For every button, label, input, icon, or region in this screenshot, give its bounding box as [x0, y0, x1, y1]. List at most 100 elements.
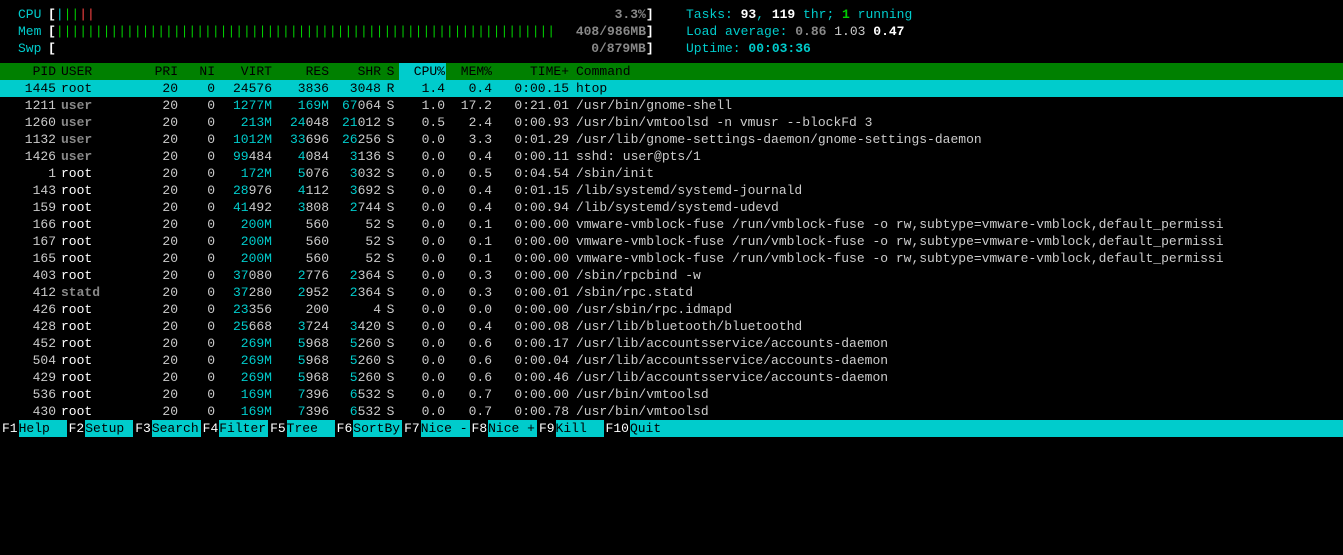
flabel-f10[interactable]: Quit [630, 420, 678, 437]
pid: 1132 [0, 131, 57, 148]
pri: 20 [142, 114, 179, 131]
shr: 5260 [330, 335, 382, 352]
fkey-f3[interactable]: F3 [133, 420, 152, 437]
shr: 3420 [330, 318, 382, 335]
fkey-f1[interactable]: F1 [0, 420, 19, 437]
flabel-f6[interactable]: SortBy [353, 420, 402, 437]
process-row[interactable]: 428root2002566837243420S0.00.40:00.08/us… [0, 318, 1343, 335]
res: 5968 [273, 369, 330, 386]
shr: 2744 [330, 199, 382, 216]
state: S [382, 97, 399, 114]
process-row[interactable]: 143root2002897641123692S0.00.40:01.15/li… [0, 182, 1343, 199]
process-row[interactable]: 166root200200M56052S0.00.10:00.00vmware-… [0, 216, 1343, 233]
cpu: 0.0 [399, 199, 446, 216]
process-row[interactable]: 165root200200M56052S0.00.10:00.00vmware-… [0, 250, 1343, 267]
fkey-f6[interactable]: F6 [335, 420, 354, 437]
process-row[interactable]: 412statd2003728029522364S0.00.30:00.01/s… [0, 284, 1343, 301]
col-user[interactable]: USER [57, 63, 142, 80]
process-row[interactable]: 1445root2002457638363048R1.40.40:00.15ht… [0, 80, 1343, 97]
process-row[interactable]: 426root200233562004S0.00.00:00.00/usr/sb… [0, 301, 1343, 318]
flabel-f2[interactable]: Setup [85, 420, 133, 437]
user: root [57, 318, 142, 335]
process-row[interactable]: 403root2003708027762364S0.00.30:00.00/sb… [0, 267, 1343, 284]
process-row[interactable]: 1426user2009948440843136S0.00.40:00.11ss… [0, 148, 1343, 165]
cpu: 0.0 [399, 284, 446, 301]
col-s[interactable]: S [382, 63, 399, 80]
pid: 504 [0, 352, 57, 369]
fkey-f10[interactable]: F10 [604, 420, 630, 437]
mem-bar: ||||||||||||||||||||||||||||||||||||||||… [56, 23, 576, 40]
process-row[interactable]: 1root200172M50763032S0.00.50:04.54/sbin/… [0, 165, 1343, 182]
time: 0:00.93 [493, 114, 570, 131]
command: /usr/bin/vmtoolsd [570, 386, 1343, 403]
column-header[interactable]: PIDUSERPRINIVIRTRESSHRSCPU%MEM%TIME+Comm… [0, 63, 1343, 80]
time: 0:00.94 [493, 199, 570, 216]
flabel-f1[interactable]: Help [19, 420, 67, 437]
virt: 41492 [216, 199, 273, 216]
pid: 165 [0, 250, 57, 267]
cpu: 0.0 [399, 131, 446, 148]
flabel-f7[interactable]: Nice - [421, 420, 470, 437]
pid: 1211 [0, 97, 57, 114]
pri: 20 [142, 233, 179, 250]
process-row[interactable]: 452root200269M59685260S0.00.60:00.17/usr… [0, 335, 1343, 352]
command: /usr/lib/bluetooth/bluetoothd [570, 318, 1343, 335]
process-row[interactable]: 504root200269M59685260S0.00.60:00.04/usr… [0, 352, 1343, 369]
function-keys[interactable]: F1Help F2Setup F3SearchF4FilterF5Tree F6… [0, 420, 1343, 437]
pri: 20 [142, 250, 179, 267]
process-row[interactable]: 1260user200213M2404821012S0.52.40:00.93/… [0, 114, 1343, 131]
fkey-f7[interactable]: F7 [402, 420, 421, 437]
res: 4112 [273, 182, 330, 199]
process-row[interactable]: 536root200169M73966532S0.00.70:00.00/usr… [0, 386, 1343, 403]
process-list[interactable]: 1445root2002457638363048R1.40.40:00.15ht… [0, 80, 1343, 420]
process-row[interactable]: 1132user2001012M3369626256S0.03.30:01.29… [0, 131, 1343, 148]
user: user [57, 148, 142, 165]
col-command[interactable]: Command [570, 63, 1343, 80]
mem: 0.4 [446, 182, 493, 199]
col-pri[interactable]: PRI [142, 63, 179, 80]
fkey-f9[interactable]: F9 [537, 420, 556, 437]
process-row[interactable]: 429root200269M59685260S0.00.60:00.46/usr… [0, 369, 1343, 386]
bar-close: ] [646, 40, 654, 57]
process-row[interactable]: 159root2004149238082744S0.00.40:00.94/li… [0, 199, 1343, 216]
shr: 2364 [330, 284, 382, 301]
col-res[interactable]: RES [273, 63, 330, 80]
col-virt[interactable]: VIRT [216, 63, 273, 80]
command: /sbin/init [570, 165, 1343, 182]
col-mem%[interactable]: MEM% [446, 63, 493, 80]
cpu: 0.5 [399, 114, 446, 131]
fkey-f8[interactable]: F8 [470, 420, 489, 437]
flabel-f3[interactable]: Search [152, 420, 201, 437]
flabel-f9[interactable]: Kill [556, 420, 604, 437]
res: 5076 [273, 165, 330, 182]
virt: 269M [216, 369, 273, 386]
fkey-f2[interactable]: F2 [67, 420, 86, 437]
res: 33696 [273, 131, 330, 148]
col-cpu%[interactable]: CPU% [399, 63, 446, 80]
col-ni[interactable]: NI [179, 63, 216, 80]
flabel-f8[interactable]: Nice + [488, 420, 537, 437]
col-pid[interactable]: PID [0, 63, 57, 80]
process-row[interactable]: 167root200200M56052S0.00.10:00.00vmware-… [0, 233, 1343, 250]
ni: 0 [179, 97, 216, 114]
process-row[interactable]: 1211user2001277M169M67064S1.017.20:21.01… [0, 97, 1343, 114]
virt: 200M [216, 250, 273, 267]
pri: 20 [142, 131, 179, 148]
fkey-f4[interactable]: F4 [201, 420, 220, 437]
ni: 0 [179, 250, 216, 267]
fkey-f5[interactable]: F5 [268, 420, 287, 437]
command: /usr/sbin/rpc.idmapd [570, 301, 1343, 318]
col-shr[interactable]: SHR [330, 63, 382, 80]
flabel-f4[interactable]: Filter [219, 420, 268, 437]
cpu: 0.0 [399, 165, 446, 182]
mem: 3.3 [446, 131, 493, 148]
shr: 52 [330, 216, 382, 233]
user: root [57, 386, 142, 403]
ni: 0 [179, 182, 216, 199]
flabel-f5[interactable]: Tree [287, 420, 335, 437]
col-time+[interactable]: TIME+ [493, 63, 570, 80]
mem: 0.3 [446, 267, 493, 284]
process-row[interactable]: 430root200169M73966532S0.00.70:00.78/usr… [0, 403, 1343, 420]
command: sshd: user@pts/1 [570, 148, 1343, 165]
res: 3724 [273, 318, 330, 335]
